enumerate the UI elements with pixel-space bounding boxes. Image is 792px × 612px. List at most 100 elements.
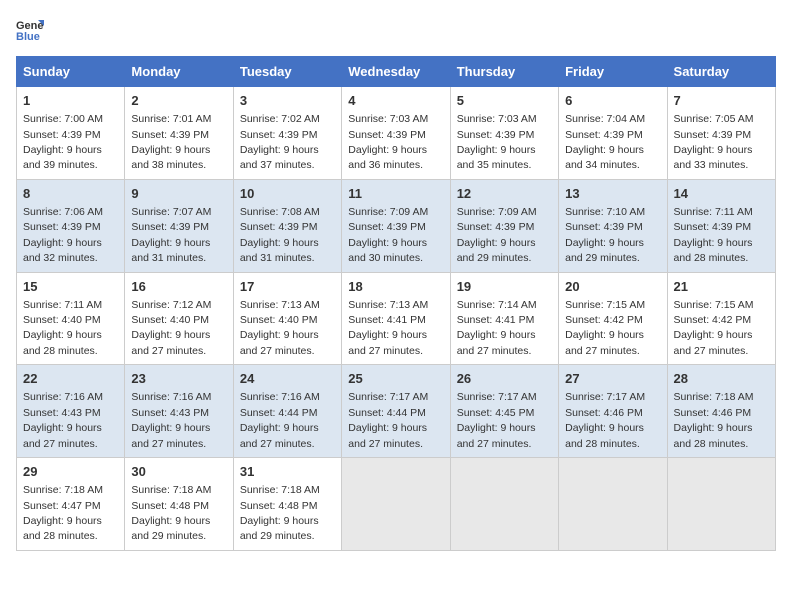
day-info: Sunrise: 7:15 AMSunset: 4:42 PMDaylight:… [565, 299, 645, 357]
day-number: 9 [131, 185, 226, 203]
calendar-cell: 19 Sunrise: 7:14 AMSunset: 4:41 PMDayligh… [450, 272, 558, 365]
calendar-cell: 17 Sunrise: 7:13 AMSunset: 4:40 PMDayligh… [233, 272, 341, 365]
day-number: 13 [565, 185, 660, 203]
day-info: Sunrise: 7:09 AMSunset: 4:39 PMDaylight:… [457, 206, 537, 264]
calendar-header-row: SundayMondayTuesdayWednesdayThursdayFrid… [17, 57, 776, 87]
day-info: Sunrise: 7:04 AMSunset: 4:39 PMDaylight:… [565, 113, 645, 171]
day-info: Sunrise: 7:00 AMSunset: 4:39 PMDaylight:… [23, 113, 103, 171]
day-number: 30 [131, 463, 226, 481]
calendar-cell: 15Sunrise: 7:11 AMSunset: 4:40 PMDayligh… [17, 272, 125, 365]
day-info: Sunrise: 7:10 AMSunset: 4:39 PMDaylight:… [565, 206, 645, 264]
day-number: 28 [674, 370, 769, 388]
day-number: 10 [240, 185, 335, 203]
calendar-cell: 10 Sunrise: 7:08 AMSunset: 4:39 PMDayligh… [233, 179, 341, 272]
calendar-cell: 12Sunrise: 7:09 AMSunset: 4:39 PMDayligh… [450, 179, 558, 272]
day-number: 3 [240, 92, 335, 110]
calendar-cell: 31Sunrise: 7:18 AMSunset: 4:48 PMDayligh… [233, 458, 341, 551]
calendar-cell [667, 458, 775, 551]
day-number: 6 [565, 92, 660, 110]
calendar-cell: 20 Sunrise: 7:15 AMSunset: 4:42 PMDayligh… [559, 272, 667, 365]
calendar-cell: 30 Sunrise: 7:18 AMSunset: 4:48 PMDayligh… [125, 458, 233, 551]
calendar-cell: 29 Sunrise: 7:18 AMSunset: 4:47 PMDayligh… [17, 458, 125, 551]
calendar-cell: 7Sunrise: 7:05 AMSunset: 4:39 PMDaylight… [667, 87, 775, 180]
day-number: 14 [674, 185, 769, 203]
header-friday: Friday [559, 57, 667, 87]
day-number: 11 [348, 185, 443, 203]
day-info: Sunrise: 7:17 AMSunset: 4:44 PMDaylight:… [348, 391, 428, 449]
day-info: Sunrise: 7:01 AMSunset: 4:39 PMDaylight:… [131, 113, 211, 171]
day-number: 23 [131, 370, 226, 388]
logo: General Blue [16, 16, 48, 44]
day-info: Sunrise: 7:18 AMSunset: 4:48 PMDaylight:… [131, 484, 211, 542]
svg-text:Blue: Blue [16, 31, 40, 43]
day-info: Sunrise: 7:17 AMSunset: 4:45 PMDaylight:… [457, 391, 537, 449]
day-number: 7 [674, 92, 769, 110]
day-info: Sunrise: 7:09 AMSunset: 4:39 PMDaylight:… [348, 206, 428, 264]
calendar-cell: 27Sunrise: 7:17 AMSunset: 4:46 PMDayligh… [559, 365, 667, 458]
week-row-5: 29 Sunrise: 7:18 AMSunset: 4:47 PMDayligh… [17, 458, 776, 551]
day-number: 1 [23, 92, 118, 110]
calendar-cell [450, 458, 558, 551]
calendar-cell [342, 458, 450, 551]
calendar-table: SundayMondayTuesdayWednesdayThursdayFrid… [16, 56, 776, 551]
header-monday: Monday [125, 57, 233, 87]
day-info: Sunrise: 7:07 AMSunset: 4:39 PMDaylight:… [131, 206, 211, 264]
calendar-cell: 4 Sunrise: 7:03 AMSunset: 4:39 PMDaylight… [342, 87, 450, 180]
day-info: Sunrise: 7:08 AMSunset: 4:39 PMDaylight:… [240, 206, 320, 264]
calendar-cell: 6 Sunrise: 7:04 AMSunset: 4:39 PMDaylight… [559, 87, 667, 180]
day-info: Sunrise: 7:16 AMSunset: 4:43 PMDaylight:… [131, 391, 211, 449]
calendar-cell: 26 Sunrise: 7:17 AMSunset: 4:45 PMDayligh… [450, 365, 558, 458]
day-number: 24 [240, 370, 335, 388]
day-number: 4 [348, 92, 443, 110]
day-info: Sunrise: 7:03 AMSunset: 4:39 PMDaylight:… [348, 113, 428, 171]
day-number: 8 [23, 185, 118, 203]
day-info: Sunrise: 7:12 AMSunset: 4:40 PMDaylight:… [131, 299, 211, 357]
calendar-cell: 2 Sunrise: 7:01 AMSunset: 4:39 PMDaylight… [125, 87, 233, 180]
calendar-cell: 11 Sunrise: 7:09 AMSunset: 4:39 PMDayligh… [342, 179, 450, 272]
day-number: 17 [240, 278, 335, 296]
calendar-cell: 3 Sunrise: 7:02 AMSunset: 4:39 PMDaylight… [233, 87, 341, 180]
header-sunday: Sunday [17, 57, 125, 87]
day-number: 2 [131, 92, 226, 110]
calendar-cell: 16Sunrise: 7:12 AMSunset: 4:40 PMDayligh… [125, 272, 233, 365]
day-info: Sunrise: 7:03 AMSunset: 4:39 PMDaylight:… [457, 113, 537, 171]
day-info: Sunrise: 7:16 AMSunset: 4:44 PMDaylight:… [240, 391, 320, 449]
calendar-cell: 1 Sunrise: 7:00 AMSunset: 4:39 PMDaylight… [17, 87, 125, 180]
header-thursday: Thursday [450, 57, 558, 87]
week-row-3: 15Sunrise: 7:11 AMSunset: 4:40 PMDayligh… [17, 272, 776, 365]
day-info: Sunrise: 7:13 AMSunset: 4:40 PMDaylight:… [240, 299, 320, 357]
day-number: 19 [457, 278, 552, 296]
calendar-cell: 21 Sunrise: 7:15 AMSunset: 4:42 PMDayligh… [667, 272, 775, 365]
week-row-2: 8 Sunrise: 7:06 AMSunset: 4:39 PMDaylight… [17, 179, 776, 272]
day-number: 5 [457, 92, 552, 110]
day-number: 29 [23, 463, 118, 481]
day-info: Sunrise: 7:14 AMSunset: 4:41 PMDaylight:… [457, 299, 537, 357]
day-info: Sunrise: 7:11 AMSunset: 4:40 PMDaylight:… [23, 299, 102, 357]
calendar-cell: 8 Sunrise: 7:06 AMSunset: 4:39 PMDaylight… [17, 179, 125, 272]
day-number: 22 [23, 370, 118, 388]
day-info: Sunrise: 7:13 AMSunset: 4:41 PMDaylight:… [348, 299, 428, 357]
calendar-cell: 22 Sunrise: 7:16 AMSunset: 4:43 PMDayligh… [17, 365, 125, 458]
day-info: Sunrise: 7:18 AMSunset: 4:47 PMDaylight:… [23, 484, 103, 542]
day-number: 21 [674, 278, 769, 296]
day-info: Sunrise: 7:16 AMSunset: 4:43 PMDaylight:… [23, 391, 103, 449]
day-number: 18 [348, 278, 443, 296]
day-info: Sunrise: 7:18 AMSunset: 4:48 PMDaylight:… [240, 484, 320, 542]
day-info: Sunrise: 7:15 AMSunset: 4:42 PMDaylight:… [674, 299, 754, 357]
day-number: 25 [348, 370, 443, 388]
day-info: Sunrise: 7:18 AMSunset: 4:46 PMDaylight:… [674, 391, 754, 449]
calendar-cell: 28 Sunrise: 7:18 AMSunset: 4:46 PMDayligh… [667, 365, 775, 458]
calendar-cell: 24 Sunrise: 7:16 AMSunset: 4:44 PMDayligh… [233, 365, 341, 458]
calendar-cell: 23 Sunrise: 7:16 AMSunset: 4:43 PMDayligh… [125, 365, 233, 458]
day-info: Sunrise: 7:06 AMSunset: 4:39 PMDaylight:… [23, 206, 103, 264]
day-number: 20 [565, 278, 660, 296]
calendar-cell: 14Sunrise: 7:11 AMSunset: 4:39 PMDayligh… [667, 179, 775, 272]
logo-icon: General Blue [16, 16, 44, 44]
day-info: Sunrise: 7:02 AMSunset: 4:39 PMDaylight:… [240, 113, 320, 171]
calendar-cell: 13 Sunrise: 7:10 AMSunset: 4:39 PMDayligh… [559, 179, 667, 272]
header: General Blue [16, 16, 776, 44]
calendar-cell [559, 458, 667, 551]
calendar-cell: 9 Sunrise: 7:07 AMSunset: 4:39 PMDaylight… [125, 179, 233, 272]
day-number: 26 [457, 370, 552, 388]
calendar-cell: 25 Sunrise: 7:17 AMSunset: 4:44 PMDayligh… [342, 365, 450, 458]
